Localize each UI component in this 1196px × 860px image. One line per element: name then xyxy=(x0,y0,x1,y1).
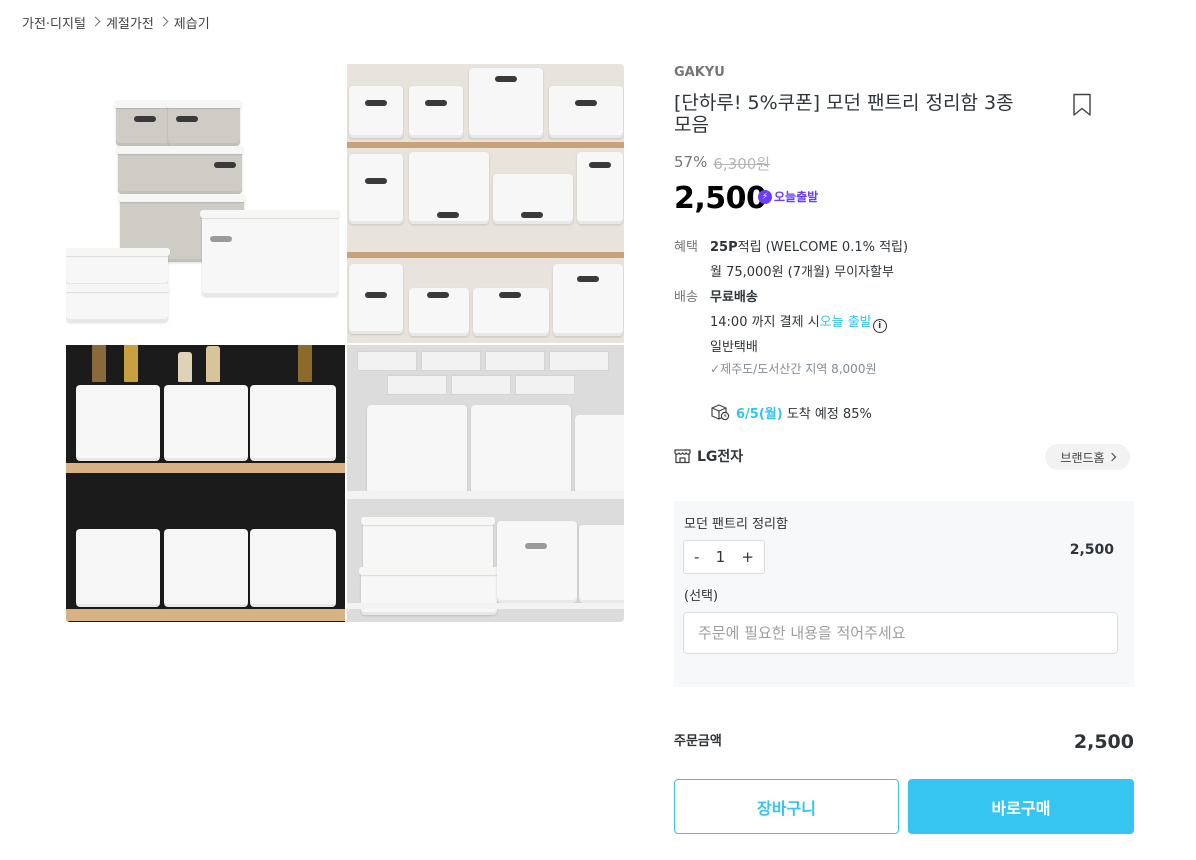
seller-info[interactable]: LG전자 xyxy=(674,446,743,466)
add-to-cart-button[interactable]: 장바구니 xyxy=(674,779,899,834)
deadline-highlight: 오늘 출발 xyxy=(819,315,872,330)
check-icon: ✓ xyxy=(710,362,721,376)
seller-name: LG전자 xyxy=(697,449,744,465)
arrival-text: 도착 예정 85% xyxy=(786,407,872,422)
points-info: 25P적립 (WELCOME 0.1% 적립) xyxy=(710,236,908,255)
quantity-decrease-button[interactable]: - xyxy=(694,548,699,566)
shipping-deadline: 14:00 까지 결제 시오늘 출발 i xyxy=(710,311,887,333)
product-image-shelf-bins xyxy=(345,343,624,622)
shipping-type-text: 무료배송 xyxy=(710,290,758,305)
product-image-stacked-boxes xyxy=(66,64,345,343)
shipping-type: 무료배송 xyxy=(710,286,758,305)
brand-home-label: 브랜드홈 xyxy=(1060,450,1105,465)
order-total-label: 주문금액 xyxy=(674,734,722,749)
chevron-right-icon xyxy=(1107,452,1116,462)
bookmark-icon[interactable] xyxy=(1072,93,1092,117)
buy-now-button[interactable]: 바로구매 xyxy=(908,779,1134,834)
product-image[interactable] xyxy=(66,64,624,622)
info-icon[interactable]: i xyxy=(872,319,887,333)
option-price: 2,500 xyxy=(1069,542,1114,558)
arrival-date: 6/5(월) xyxy=(736,407,783,422)
brand-name[interactable]: GAKYU xyxy=(674,65,725,80)
product-image-open-bins xyxy=(66,343,345,622)
installment-info: 월 75,000원 (7개월) 무이자할부 xyxy=(710,265,894,280)
sale-price: 2,500 xyxy=(674,181,767,216)
breadcrumb-item-category[interactable]: 가전·디지털 xyxy=(22,13,86,32)
today-shipping-badge: ⚡ 오늘출발 xyxy=(758,188,818,205)
delivery-box-icon xyxy=(711,404,730,421)
shipping-extra-fee: ✓제주도/도서산간 지역 8,000원 xyxy=(710,360,877,377)
breadcrumb: 가전·디지털 계절가전 제습기 xyxy=(22,13,210,32)
lightning-icon: ⚡ xyxy=(758,189,772,204)
product-image-pantry-shelves xyxy=(345,64,624,343)
store-icon xyxy=(674,449,691,464)
price-discount-row: 57% 6,300원 xyxy=(674,153,770,174)
original-price: 6,300원 xyxy=(713,155,771,173)
order-total-value: 2,500 xyxy=(1073,731,1134,753)
shipping-extra-text: 제주도/도서산간 지역 8,000원 xyxy=(720,362,877,376)
request-label: (선택) xyxy=(684,589,719,604)
shipping-label: 배송 xyxy=(674,290,698,305)
shipping-method: 일반택배 xyxy=(710,340,758,355)
brand-home-button[interactable]: 브랜드홈 xyxy=(1045,444,1130,470)
quantity-stepper: - 1 + xyxy=(683,540,765,574)
quantity-increase-button[interactable]: + xyxy=(741,548,754,566)
request-input[interactable] xyxy=(683,612,1118,654)
points-amount: 25P xyxy=(710,240,738,255)
today-shipping-label: 오늘출발 xyxy=(774,190,819,204)
points-description: 적립 (WELCOME 0.1% 적립) xyxy=(737,240,909,255)
breadcrumb-item-current[interactable]: 제습기 xyxy=(174,13,210,32)
selected-option-card: 모던 팬트리 정리함 - 1 + 2,500 (선택) xyxy=(674,501,1134,687)
breadcrumb-item-subcategory[interactable]: 계절가전 xyxy=(106,13,154,32)
product-title: [단하루! 5%쿠폰] 모던 팬트리 정리함 3종 모음 xyxy=(674,92,1014,136)
deadline-prefix: 14:00 까지 결제 시 xyxy=(710,315,820,330)
option-name: 모던 팬트리 정리함 xyxy=(684,517,788,532)
quantity-value[interactable]: 1 xyxy=(716,548,726,566)
discount-rate: 57% xyxy=(674,153,708,171)
chevron-right-icon xyxy=(90,16,101,27)
chevron-right-icon xyxy=(158,16,169,27)
arrival-estimate: 6/5(월) 도착 예정 85% xyxy=(736,403,872,422)
benefits-label: 혜택 xyxy=(674,240,698,255)
